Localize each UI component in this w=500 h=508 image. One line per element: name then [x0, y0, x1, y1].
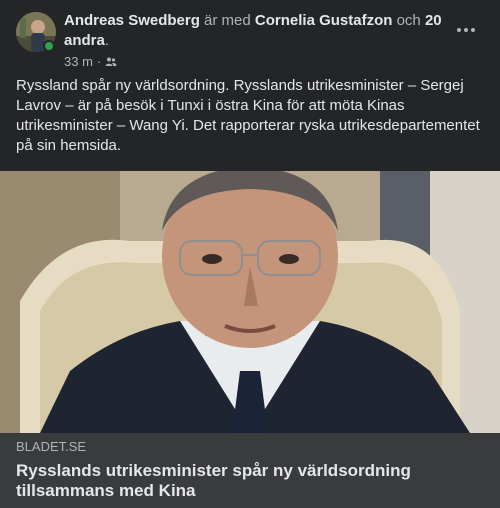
link-title[interactable]: Rysslands utrikesminister spår ny världs…	[16, 461, 484, 501]
post-meta: 33 m ·	[64, 54, 117, 70]
post-card: Andreas Swedberg är med Cornelia Gustafz…	[0, 0, 500, 508]
and-text: och	[396, 12, 421, 29]
author-line: Andreas Swedberg är med Cornelia Gustafz…	[64, 11, 444, 51]
period: .	[104, 32, 110, 49]
meta-separator: ·	[96, 54, 102, 69]
online-status-dot	[43, 40, 55, 52]
friends-icon	[105, 56, 117, 68]
more-horizontal-icon	[457, 28, 475, 32]
more-options-button[interactable]	[452, 16, 480, 44]
tagged-person[interactable]: Cornelia Gustafzon	[255, 12, 393, 29]
with-text: är med	[204, 12, 251, 29]
post-time[interactable]: 33 m	[64, 54, 93, 70]
link-preview[interactable]: BLADET.SE Rysslands utrikesminister spår…	[0, 433, 500, 508]
author-name[interactable]: Andreas Swedberg	[64, 12, 200, 29]
post-text: Ryssland spår ny världsordning. Ryssland…	[16, 77, 480, 154]
post-image[interactable]	[0, 171, 500, 433]
post-header: Andreas Swedberg är med Cornelia Gustafz…	[0, 0, 500, 72]
link-domain: BLADET.SE	[16, 439, 87, 454]
news-photo	[0, 171, 500, 433]
